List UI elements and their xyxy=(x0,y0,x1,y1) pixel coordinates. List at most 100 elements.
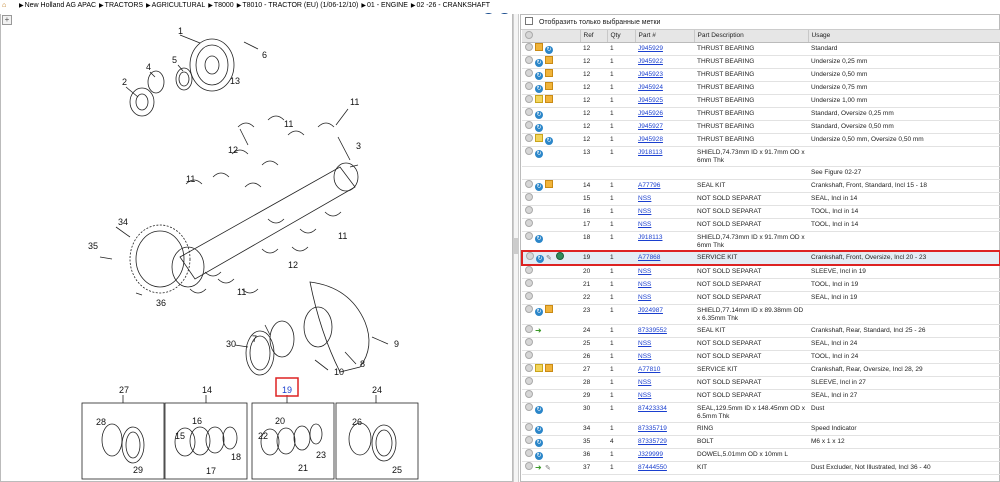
table-row[interactable]: 20 1 NSS NOT SOLD SEPARAT SLEEVE, Incl in 19 xyxy=(522,265,1000,279)
status-circle-icon[interactable] xyxy=(525,192,533,201)
status-circle-icon[interactable] xyxy=(525,377,533,385)
breadcrumb-item[interactable]: T8010 - TRACTOR (EU) (1/06-12/10) xyxy=(242,2,358,9)
part-number-link[interactable]: 87339552 xyxy=(638,327,667,334)
kit-part-label[interactable]: 17 xyxy=(206,466,216,476)
part-number-link[interactable]: NSS xyxy=(638,340,651,347)
kit-part-label[interactable]: 16 xyxy=(192,416,202,426)
table-row[interactable]: ↻ 23 1 J924987 SHIELD,77.14mm ID x 89.38mm O… xyxy=(522,304,1000,325)
breadcrumb-item[interactable]: AGRICULTURAL xyxy=(152,2,206,9)
kit-part-label[interactable]: 20 xyxy=(275,416,285,426)
part-number-link[interactable]: 87335729 xyxy=(638,438,667,445)
breadcrumb-item[interactable]: T8000 xyxy=(214,2,234,9)
table-row[interactable]: ↻ 13 1 J918113 SHIELD,74.73mm ID x 91.7mm OD… xyxy=(522,146,1000,167)
table-row[interactable]: ↻ 12 1 J945927 THRUST BEARING Standard, Overs… xyxy=(522,120,1000,134)
part-number-link[interactable]: NSS xyxy=(638,281,651,288)
status-circle-icon[interactable] xyxy=(525,436,533,444)
callout-label[interactable]: 30 xyxy=(226,339,236,349)
status-circle-icon[interactable] xyxy=(525,390,533,398)
column-header[interactable]: Part # xyxy=(635,30,695,43)
part-number-link[interactable]: J945928 xyxy=(638,136,663,143)
table-row[interactable]: ↻ 35 4 87335729 BOLT M6 x 1 x 12 xyxy=(522,435,1000,449)
table-row[interactable]: ↻ 36 1 J329999 DOWEL,5.01mm OD x 10mm L xyxy=(522,448,1000,462)
table-row[interactable]: 29 1 NSS NOT SOLD SEPARAT SEAL, Incl in 27 xyxy=(522,389,1000,403)
table-row[interactable]: ↻ 12 1 J945929 THRUST BEARING Standard xyxy=(522,42,1000,56)
callout-label[interactable]: 2 xyxy=(122,77,127,87)
kit-part-label[interactable]: 23 xyxy=(316,450,326,460)
callout-label[interactable]: 12 xyxy=(288,260,298,270)
table-row[interactable]: ↻ 12 1 J945922 THRUST BEARING Undersize 0,25 … xyxy=(522,55,1000,69)
kit-part-label[interactable]: 15 xyxy=(175,431,185,441)
status-circle-icon[interactable] xyxy=(525,449,533,457)
table-row[interactable]: 26 1 NSS NOT SOLD SEPARAT TOOL, Incl in 24 xyxy=(522,350,1000,364)
kit-part-label[interactable]: 18 xyxy=(231,452,241,462)
kit-part-label[interactable]: 28 xyxy=(96,417,106,427)
table-row[interactable]: 21 1 NSS NOT SOLD SEPARAT TOOL, Incl in 19 xyxy=(522,278,1000,292)
callout-label[interactable]: 36 xyxy=(156,298,166,308)
part-number-link[interactable]: NSS xyxy=(638,353,651,360)
splitter-grip-icon[interactable] xyxy=(514,238,519,254)
status-circle-icon[interactable] xyxy=(525,279,533,287)
table-row[interactable]: ↻ 34 1 87335719 RING Speed Indicator xyxy=(522,422,1000,436)
callout-label[interactable]: 9 xyxy=(394,339,399,349)
callout-label[interactable]: 1 xyxy=(178,27,183,36)
status-circle-icon[interactable] xyxy=(525,133,533,142)
callout-label[interactable]: 11 xyxy=(284,119,293,129)
status-circle-icon[interactable] xyxy=(525,205,533,214)
part-number-link[interactable]: J918113 xyxy=(638,234,662,241)
part-number-link[interactable]: NSS xyxy=(638,221,651,228)
callout-label[interactable]: 3 xyxy=(356,141,361,151)
part-number-link[interactable]: J329999 xyxy=(638,451,663,458)
status-circle-icon[interactable] xyxy=(525,338,533,346)
breadcrumb-item[interactable]: 01 - ENGINE xyxy=(367,2,408,9)
table-row[interactable]: ↻ 30 1 87423334 SEAL,129.5mm ID x 148.45mm O… xyxy=(522,402,1000,423)
table-row[interactable]: 28 1 NSS NOT SOLD SEPARAT SLEEVE, Incl in 27 xyxy=(522,376,1000,390)
status-circle-icon[interactable] xyxy=(525,423,533,431)
column-header[interactable] xyxy=(522,30,581,43)
table-row[interactable]: ↻ 14 1 A77796 SEAL KIT Crankshaft, Front, Sta… xyxy=(522,179,1000,193)
table-row[interactable]: ↻ 12 1 J945924 THRUST BEARING Undersize 0,75 … xyxy=(522,81,1000,95)
status-circle-icon[interactable] xyxy=(525,218,533,227)
table-row[interactable]: 16 1 NSS NOT SOLD SEPARAT TOOL, Incl in 14 xyxy=(522,205,1000,219)
callout-label[interactable]: 11 xyxy=(186,174,195,184)
breadcrumb-item[interactable]: 02 -26 - CRANKSHAFT xyxy=(417,2,491,9)
callout-label[interactable]: 10 xyxy=(334,367,344,377)
column-header[interactable]: Part Description xyxy=(694,30,809,43)
status-circle-icon[interactable] xyxy=(525,94,533,103)
table-row[interactable]: See Figure 02-27 xyxy=(522,166,1000,180)
table-row[interactable]: 17 1 NSS NOT SOLD SEPARAT TOOL, Incl in 14 xyxy=(522,218,1000,232)
callout-label[interactable]: 11 xyxy=(237,287,246,297)
status-circle-icon[interactable] xyxy=(525,107,533,116)
callout-label[interactable]: 35 xyxy=(88,241,98,251)
part-number-link[interactable]: A77810 xyxy=(638,366,660,373)
status-circle-icon[interactable] xyxy=(525,364,533,372)
callout-label[interactable]: 12 xyxy=(228,145,238,155)
callout-label[interactable]: 5 xyxy=(172,55,177,65)
table-row[interactable]: ➜ ✎ 37 1 87444550 KIT Dust Excluder, Not Illus… xyxy=(522,461,1000,475)
kit-callout-label[interactable]: 24 xyxy=(372,385,382,395)
status-circle-icon[interactable] xyxy=(525,179,533,188)
part-number-link[interactable]: NSS xyxy=(638,379,651,386)
part-number-link[interactable]: A77868 xyxy=(638,254,660,261)
column-header[interactable]: Qty xyxy=(607,30,636,43)
status-circle-icon[interactable] xyxy=(525,266,533,274)
part-number-link[interactable]: NSS xyxy=(638,208,651,215)
zoom-in-icon[interactable]: + xyxy=(2,15,12,25)
kit-part-label[interactable]: 22 xyxy=(258,431,268,441)
part-number-link[interactable]: NSS xyxy=(638,294,651,301)
part-number-link[interactable]: J918113 xyxy=(638,149,662,156)
callout-label[interactable]: 8 xyxy=(360,359,365,369)
kit-part-label[interactable]: 25 xyxy=(392,465,402,475)
status-circle-icon[interactable] xyxy=(525,42,533,51)
part-number-link[interactable]: NSS xyxy=(638,268,651,275)
part-number-link[interactable]: 87444550 xyxy=(638,464,667,471)
callout-label[interactable]: 13 xyxy=(230,76,240,86)
kit-part-label[interactable]: 29 xyxy=(133,465,143,475)
show-selected-checkbox[interactable] xyxy=(525,17,533,25)
table-row[interactable]: ↻ 12 1 J945928 THRUST BEARING Undersize 0,50 … xyxy=(522,133,1000,147)
part-number-link[interactable]: A77796 xyxy=(638,182,660,189)
status-circle-icon[interactable] xyxy=(525,68,533,77)
status-circle-icon[interactable] xyxy=(525,231,533,240)
status-circle-icon[interactable] xyxy=(526,253,534,260)
breadcrumb-item[interactable]: New Holland AG APAC xyxy=(25,2,96,9)
part-number-link[interactable]: J945926 xyxy=(638,110,663,117)
